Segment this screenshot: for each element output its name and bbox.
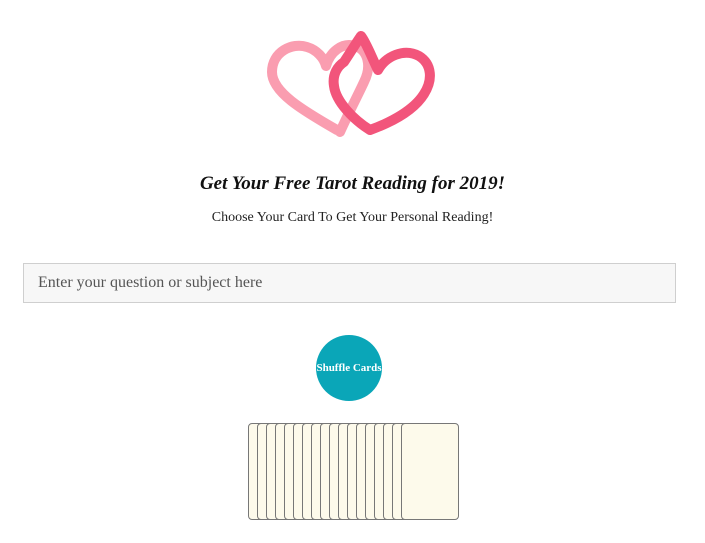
- card-deck: [248, 423, 480, 523]
- tarot-card[interactable]: [401, 423, 459, 520]
- heart-right-icon: [328, 31, 435, 135]
- question-input[interactable]: [23, 263, 676, 303]
- page-subtitle: Choose Your Card To Get Your Personal Re…: [211, 210, 494, 225]
- page-title: Get Your Free Tarot Reading for 2019!: [199, 173, 506, 194]
- hearts-logo: [267, 31, 435, 137]
- shuffle-cards-button[interactable]: Shuffle Cards: [316, 335, 382, 401]
